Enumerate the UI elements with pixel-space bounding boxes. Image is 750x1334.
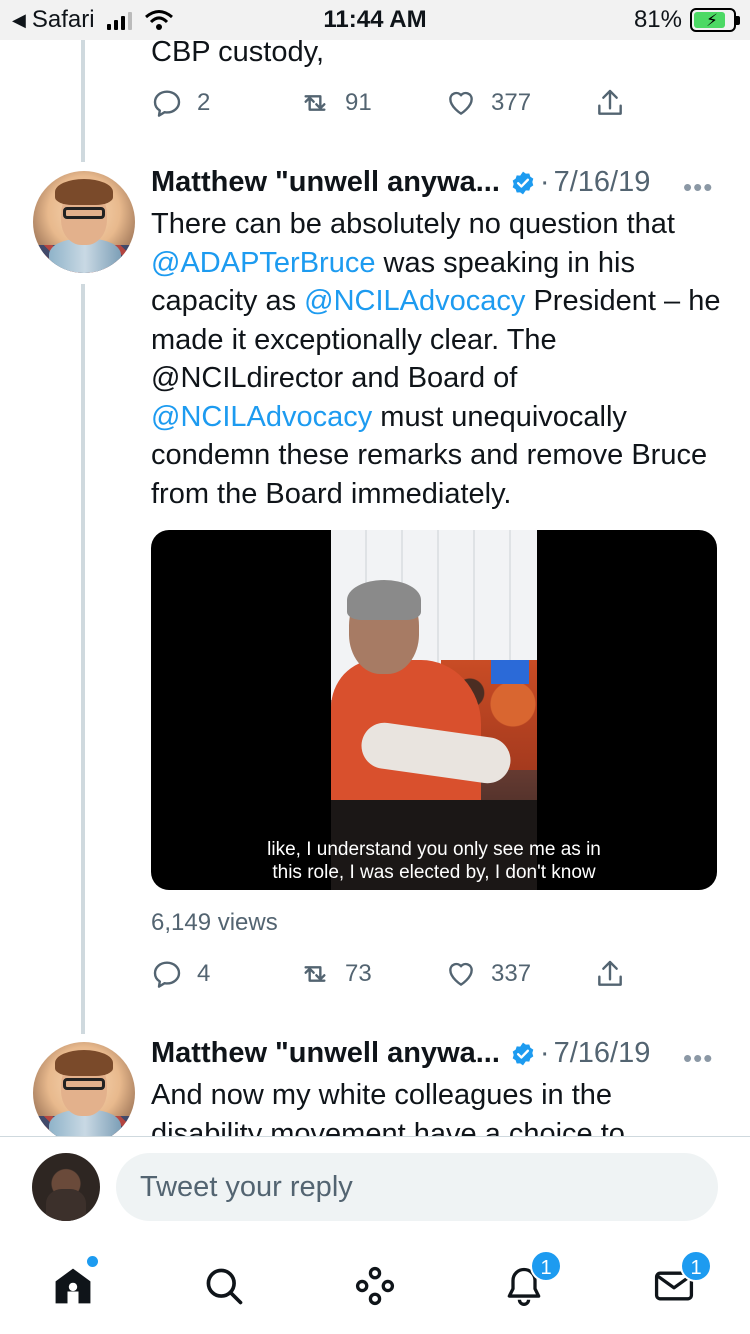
retweet-count: 73 bbox=[345, 960, 372, 987]
battery-percent: 81% bbox=[633, 6, 682, 33]
more-options-button[interactable]: ••• bbox=[683, 1043, 713, 1074]
tab-home[interactable] bbox=[47, 1256, 99, 1312]
notifications-badge: 1 bbox=[530, 1250, 562, 1282]
tweet-header: Matthew "unwell anywa... · 7/16/19 bbox=[151, 1037, 650, 1070]
reply-count: 4 bbox=[197, 960, 211, 987]
tweet-date[interactable]: 7/16/19 bbox=[554, 1037, 651, 1070]
view-count: 6,149 views bbox=[151, 909, 278, 936]
tweet-body: There can be absolutely no question that… bbox=[151, 205, 721, 513]
tweet-text-segment: There can be absolutely no question that bbox=[151, 208, 675, 240]
share-icon bbox=[598, 960, 622, 986]
retweet-button[interactable]: 73 bbox=[299, 958, 372, 990]
tweet-header: Matthew "unwell anywa... · 7/16/19 bbox=[151, 166, 650, 199]
tab-messages[interactable]: 1 bbox=[648, 1250, 712, 1312]
previous-tweet-text: CBP custody, bbox=[151, 36, 325, 68]
video-player[interactable]: like, I understand you only see me as in… bbox=[151, 530, 717, 890]
video-caption: like, I understand you only see me as in… bbox=[151, 838, 717, 884]
reply-button[interactable]: 2 bbox=[151, 87, 210, 119]
tweet-text-line: disability movement have a choice to bbox=[151, 1117, 625, 1137]
author-name[interactable]: Matthew "unwell anywa... bbox=[151, 1037, 500, 1070]
share-icon bbox=[598, 89, 622, 115]
home-unread-dot bbox=[87, 1256, 98, 1267]
caption-line: this role, I was elected by, I don't kno… bbox=[272, 862, 596, 883]
retweet-icon bbox=[304, 95, 326, 111]
search-icon bbox=[206, 1268, 243, 1305]
author-avatar[interactable] bbox=[33, 1042, 135, 1144]
tab-bar: 1 1 bbox=[0, 1236, 750, 1334]
author-name[interactable]: Matthew "unwell anywa... bbox=[151, 166, 500, 199]
more-options-button[interactable]: ••• bbox=[683, 172, 713, 203]
user-avatar[interactable] bbox=[32, 1153, 100, 1221]
thread-line bbox=[81, 284, 85, 1034]
tab-search[interactable] bbox=[198, 1260, 250, 1312]
caption-line: like, I understand you only see me as in bbox=[267, 839, 601, 860]
date-separator: · bbox=[539, 166, 550, 198]
spaces-icon bbox=[355, 1266, 395, 1306]
like-button[interactable]: 337 bbox=[445, 958, 531, 990]
mention-link[interactable]: @NCILAdvocacy bbox=[304, 285, 525, 317]
like-button[interactable]: 377 bbox=[445, 87, 531, 119]
thread-line bbox=[81, 40, 85, 162]
tweet-text-line: And now my white colleagues in the bbox=[151, 1079, 613, 1111]
like-icon bbox=[449, 91, 473, 115]
like-count: 337 bbox=[491, 960, 532, 987]
tab-spaces[interactable] bbox=[349, 1260, 401, 1312]
share-button[interactable] bbox=[594, 958, 640, 990]
reply-count: 2 bbox=[197, 89, 211, 116]
retweet-count: 91 bbox=[345, 89, 372, 116]
date-separator: · bbox=[539, 1037, 550, 1069]
reply-bar bbox=[0, 1136, 750, 1236]
messages-badge: 1 bbox=[680, 1250, 712, 1282]
author-avatar[interactable] bbox=[33, 171, 135, 273]
tweet-date[interactable]: 7/16/19 bbox=[554, 166, 651, 199]
reply-button[interactable]: 4 bbox=[151, 958, 210, 990]
video-frame bbox=[331, 530, 537, 890]
retweet-button[interactable]: 91 bbox=[299, 87, 372, 119]
verified-icon bbox=[512, 1042, 534, 1065]
share-button[interactable] bbox=[594, 87, 640, 119]
reply-input[interactable] bbox=[116, 1153, 718, 1221]
like-count: 377 bbox=[491, 89, 532, 116]
home-icon bbox=[55, 1268, 91, 1304]
mention-link[interactable]: @NCILAdvocacy bbox=[151, 401, 372, 433]
reply-icon bbox=[153, 961, 181, 988]
tweet-body: And now my white colleagues in the disab… bbox=[151, 1076, 721, 1136]
retweet-icon bbox=[304, 966, 326, 982]
mention-link[interactable]: @ADAPTerBruce bbox=[151, 247, 375, 279]
like-icon bbox=[449, 962, 473, 986]
reply-icon bbox=[153, 90, 181, 117]
tab-notifications[interactable]: 1 bbox=[498, 1250, 562, 1312]
battery-icon: ⚡ bbox=[690, 8, 740, 32]
verified-icon bbox=[512, 171, 534, 194]
